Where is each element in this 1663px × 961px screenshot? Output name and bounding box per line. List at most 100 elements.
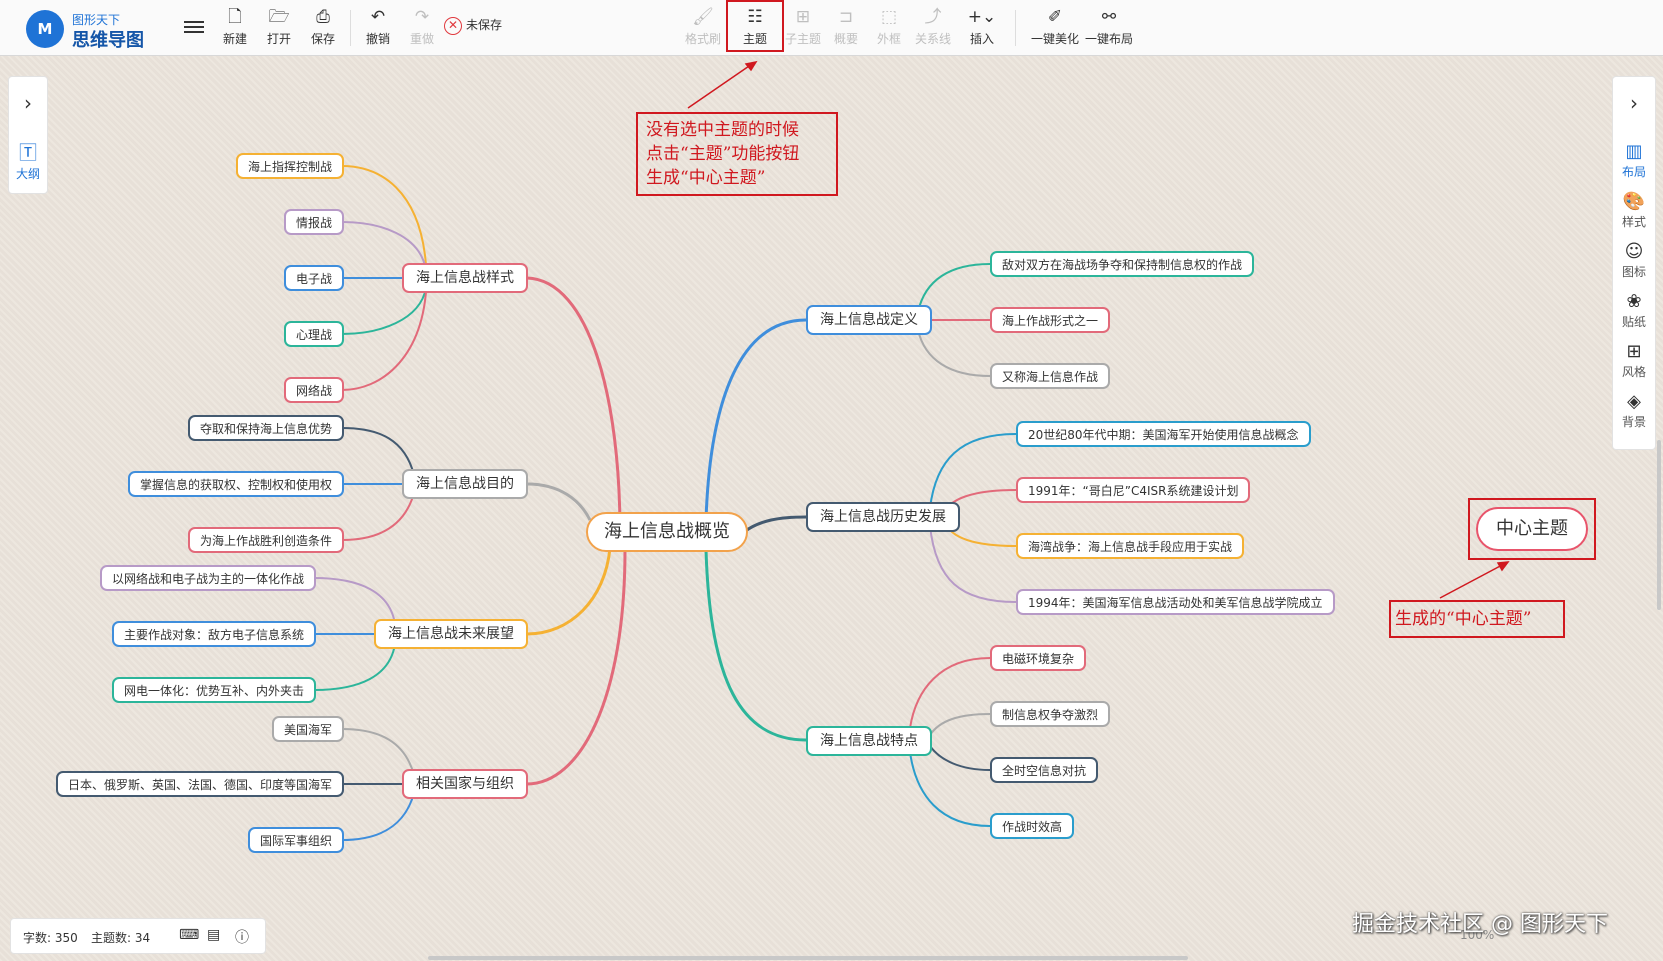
leaf-topic[interactable]: 主要作战对象：敌方电子信息系统 [112,621,317,647]
leaf-topic[interactable]: 网电一体化：优势互补、内外夹击 [112,677,317,703]
undo-label: 撤销 [365,32,390,46]
logo-product: 思维导图 [72,30,144,51]
vertical-scrollbar[interactable] [1657,440,1661,610]
leaf-topic[interactable]: 电磁环境复杂 [990,645,1087,671]
outline-icon: 🅃 [19,143,37,164]
word-count: 字数: 350 [23,931,78,945]
annotation-line: 没有选中主题的时候 [646,120,799,140]
collapse-chevron-icon[interactable]: › [1613,91,1655,115]
right-panel: › ▥ 布局 🎨 样式 ☺ 图标 ❀ 贴纸 ⊞ 风格 ◈ 背景 [1612,76,1656,450]
summary-button[interactable]: ⊐ 概要 [826,6,866,50]
save-icon: ⎙ [316,7,330,27]
leaf-topic[interactable]: 20世纪80年代中期：美国海军开始使用信息战概念 [1016,421,1311,447]
auto-layout-label: 一键布局 [1084,32,1133,46]
sticker-label: 贴纸 [1621,315,1646,329]
keyboard-icon[interactable]: ⌨ [179,927,199,943]
leaf-topic[interactable]: 掌握信息的获取权、控制权和使用权 [128,471,345,497]
layout-panel-button[interactable]: ▥ 布局 [1613,141,1655,180]
branch-topic[interactable]: 海上信息战样式 [402,263,528,293]
new-file-icon: 🗋 [228,7,242,27]
redo-label: 重做 [409,32,434,46]
branch-topic[interactable]: 海上信息战未来展望 [374,619,528,649]
expand-chevron-icon[interactable]: › [9,91,47,115]
icon-panel-button[interactable]: ☺ 图标 [1613,241,1655,280]
leaf-topic[interactable]: 1991年：“哥白尼”C4ISR系统建设计划 [1016,477,1251,503]
leaf-topic[interactable]: 作战时效高 [990,813,1075,839]
branch-topic[interactable]: 海上信息战定义 [806,305,932,335]
sticker-panel-button[interactable]: ❀ 贴纸 [1613,291,1655,330]
boundary-button[interactable]: ⬚ 外框 [869,6,909,50]
branch-topic[interactable]: 海上信息战历史发展 [806,502,960,532]
leaf-topic[interactable]: 海上指挥控制战 [236,153,345,179]
leaf-topic[interactable]: 电子战 [284,265,345,291]
new-center-topic[interactable]: 中心主题 [1476,507,1588,551]
icon-label: 图标 [1621,265,1646,279]
open-label: 打开 [266,32,291,46]
subtopic-label: 子主题 [784,32,821,46]
leaf-topic[interactable]: 为海上作战胜利创造条件 [188,527,345,553]
subtopic-button[interactable]: ⊞ 子主题 [783,6,823,50]
leaf-topic[interactable]: 美国海军 [272,716,345,742]
toolbar-divider [350,10,351,46]
status-bar: 字数: 350 主题数: 34 ⌨ ▤ ⓘ [10,918,266,954]
layers-icon: ◈ [1627,391,1641,412]
plus-icon: +⌄ [967,7,997,27]
outline-label: 大纲 [15,167,40,181]
background-panel-button[interactable]: ◈ 背景 [1613,391,1655,430]
outline-view-icon[interactable]: ▤ [207,927,220,943]
leaf-topic[interactable]: 全时空信息对抗 [990,757,1099,783]
leaf-topic[interactable]: 1994年：美国海军信息战活动处和美军信息战学院成立 [1016,589,1335,615]
folder-icon: 🗁 [268,7,290,27]
leaf-topic[interactable]: 国际军事组织 [248,827,345,853]
open-button[interactable]: 🗁 打开 [259,6,299,50]
annotation-line: 点击“主题”功能按钮 [646,144,800,164]
topic-count: 主题数: 34 [91,931,151,945]
magic-wand-icon: ✐ [1047,7,1063,27]
leaf-topic[interactable]: 敌对双方在海战场争夺和保持制信息权的作战 [990,251,1255,277]
leaf-topic[interactable]: 以网络战和电子战为主的一体化作战 [100,565,317,591]
leaf-topic[interactable]: 制信息权争夺激烈 [990,701,1111,727]
new-label: 新建 [222,32,247,46]
relation-button[interactable]: ⤴ 关系线 [913,6,953,50]
unsaved-x-icon: ✕ [444,17,462,35]
leaf-topic[interactable]: 网络战 [284,377,345,403]
leaf-topic[interactable]: 情报战 [284,209,345,235]
unsaved-indicator: ✕ 未保存 [444,16,502,35]
beautify-button[interactable]: ✐ 一键美化 [1028,6,1082,50]
layout-icon: ▥ [1625,141,1643,162]
leaf-topic[interactable]: 又称海上信息作战 [990,363,1111,389]
root-topic[interactable]: 海上信息战概览 [586,512,748,552]
outline-button[interactable]: 🅃 大纲 [9,143,47,182]
new-button[interactable]: 🗋 新建 [215,6,255,50]
summary-label: 概要 [833,32,858,46]
branch-topic[interactable]: 相关国家与组织 [402,769,528,799]
theme-panel-button[interactable]: ⊞ 风格 [1613,341,1655,380]
save-button[interactable]: ⎙ 保存 [303,6,343,50]
redo-button[interactable]: ↷ 重做 [402,6,442,50]
left-panel: › 🅃 大纲 [8,76,48,194]
auto-layout-button[interactable]: ⚯ 一键布局 [1082,6,1136,50]
boundary-icon: ⬚ [880,7,898,27]
beautify-label: 一键美化 [1030,32,1079,46]
smiley-icon: ☺ [1624,241,1644,262]
undo-button[interactable]: ↶ 撤销 [358,6,398,50]
leaf-topic[interactable]: 心理战 [284,321,345,347]
leaf-topic[interactable]: 日本、俄罗斯、英国、法国、德国、印度等国海军 [56,771,345,797]
menu-icon[interactable] [184,18,204,36]
style-panel-button[interactable]: 🎨 样式 [1613,191,1655,230]
insert-button[interactable]: +⌄ 插入 [962,6,1002,50]
format-brush-button[interactable]: 🖌 格式刷 [683,6,723,50]
horizontal-scrollbar[interactable] [428,956,1188,960]
undo-icon: ↶ [370,7,386,27]
top-toolbar: M 图形天下 思维导图 🗋 新建 🗁 打开 ⎙ 保存 ↶ 撤销 ↷ 重做 ✕ 未保… [0,0,1663,56]
info-icon[interactable]: ⓘ [235,927,249,947]
leaf-topic[interactable]: 夺取和保持海上信息优势 [188,415,345,441]
save-label: 保存 [310,32,335,46]
leaf-topic[interactable]: 海湾战争：海上信息战手段应用于实战 [1016,533,1245,559]
annotation-line: 生成“中心主题” [646,168,766,188]
leaf-topic[interactable]: 海上作战形式之一 [990,307,1111,333]
flower-icon: ❀ [1626,291,1642,312]
app-logo[interactable]: M 图形天下 思维导图 [26,8,166,51]
branch-topic[interactable]: 海上信息战目的 [402,469,528,499]
branch-topic[interactable]: 海上信息战特点 [806,726,932,756]
